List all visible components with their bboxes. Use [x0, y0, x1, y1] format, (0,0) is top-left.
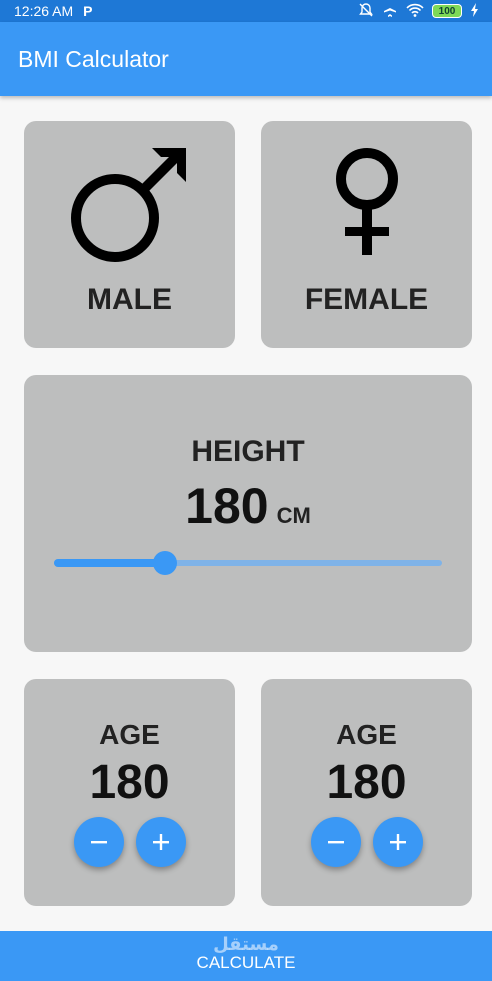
female-symbol-icon — [335, 148, 398, 255]
male-label: MALE — [87, 283, 172, 316]
height-slider[interactable] — [54, 551, 442, 575]
male-card[interactable]: MALE — [24, 121, 235, 348]
minus-icon — [90, 841, 107, 844]
male-symbol-icon — [70, 148, 186, 262]
female-card[interactable]: FEMALE — [261, 121, 472, 348]
age-card: AGE 180 — [261, 679, 472, 906]
age-decrement-button[interactable] — [310, 817, 361, 867]
status-bar: 12:26 AM P 100 — [0, 0, 492, 22]
slider-thumb[interactable] — [152, 551, 177, 575]
page-title: BMI Calculator — [18, 45, 169, 72]
weight-increment-button[interactable] — [135, 817, 186, 867]
charging-icon — [470, 2, 480, 21]
plus-icon — [389, 834, 406, 850]
app-bar: BMI Calculator — [0, 22, 492, 96]
weight-card: AGE 180 — [24, 679, 235, 906]
height-value-row: 180 CM — [24, 477, 472, 535]
status-time: 12:26 AM — [14, 3, 74, 19]
weight-value: 180 — [89, 756, 170, 809]
bell-off-icon — [358, 2, 374, 21]
weight-stepper — [24, 817, 235, 867]
wifi-icon — [406, 2, 424, 21]
height-unit: CM — [276, 503, 311, 528]
age-value: 180 — [326, 756, 407, 809]
slider-fill — [54, 559, 165, 567]
height-value: 180 — [185, 478, 269, 534]
airplane-icon — [382, 2, 398, 21]
age-increment-button[interactable] — [372, 817, 423, 867]
parking-notification-icon: P — [83, 3, 93, 19]
battery-icon: 100 — [432, 4, 462, 18]
weight-label: AGE — [99, 719, 160, 750]
height-card: HEIGHT 180 CM — [24, 375, 472, 652]
age-stepper — [261, 817, 472, 867]
minus-icon — [327, 841, 344, 844]
plus-icon — [152, 834, 169, 850]
watermark: مستقل — [213, 934, 279, 955]
female-label: FEMALE — [304, 283, 429, 316]
height-label: HEIGHT — [191, 435, 305, 468]
age-label: AGE — [336, 719, 397, 750]
weight-decrement-button[interactable] — [73, 817, 124, 867]
